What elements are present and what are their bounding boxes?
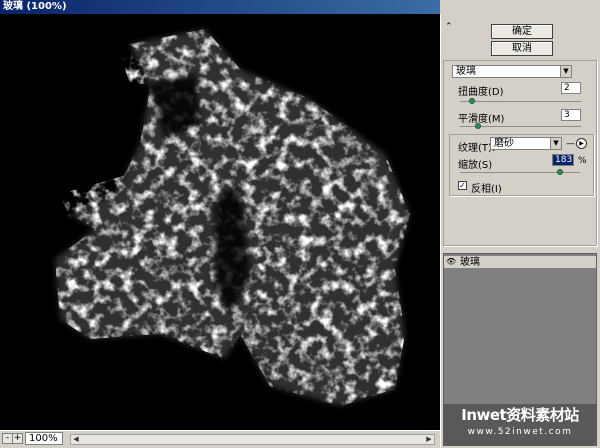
- filter-preview-canvas[interactable]: [0, 14, 440, 430]
- scaling-unit: %: [578, 156, 587, 166]
- watermark: Inwet资料素材站 www.52inwet.com: [443, 404, 597, 446]
- watermark-main-text: Inwet资料素材站: [461, 406, 579, 424]
- layer-item-label: 玻璃: [460, 257, 480, 268]
- scaling-label: 缩放(S): [458, 160, 493, 171]
- distortion-input[interactable]: 2: [561, 82, 581, 94]
- smoothness-label: 平滑度(M): [458, 114, 505, 125]
- chevron-down-icon: ▼: [550, 138, 561, 149]
- zoom-bar: - + 100% ◀ ▶: [0, 430, 440, 448]
- scaling-input[interactable]: 183: [552, 154, 574, 166]
- filter-select-value: 玻璃: [456, 66, 476, 77]
- invert-checkbox[interactable]: ✓: [458, 181, 467, 190]
- distortion-slider-track[interactable]: [460, 101, 581, 102]
- scaling-slider-thumb[interactable]: [556, 169, 563, 175]
- layer-item[interactable]: 👁 玻璃: [444, 256, 596, 269]
- distortion-label: 扭曲度(D): [458, 87, 504, 98]
- chevron-down-icon: ▼: [560, 66, 571, 77]
- filter-layers-list: 👁 玻璃: [443, 253, 597, 429]
- glass-texture-preview-image: [0, 14, 440, 430]
- texture-select[interactable]: 磨砂 ▼: [490, 137, 562, 150]
- watermark-url-text: www.52inwet.com: [467, 427, 573, 437]
- invert-label: 反相(I): [471, 184, 502, 195]
- scroll-left-arrow-icon[interactable]: ◀: [71, 435, 81, 444]
- zoom-in-button[interactable]: +: [12, 433, 23, 444]
- horizontal-scrollbar[interactable]: ◀ ▶: [70, 434, 435, 445]
- collapse-panel-icon[interactable]: ⌃: [445, 22, 453, 32]
- scroll-right-arrow-icon[interactable]: ▶: [424, 435, 434, 444]
- texture-menu-arrow-icon[interactable]: —: [566, 139, 575, 149]
- window-title: 玻璃 (100%): [0, 0, 440, 14]
- texture-load-menu-icon[interactable]: ▶: [576, 138, 587, 149]
- filter-select[interactable]: 玻璃 ▼: [452, 65, 572, 78]
- texture-select-value: 磨砂: [494, 138, 514, 149]
- ok-button[interactable]: 确定: [491, 24, 553, 39]
- smoothness-input[interactable]: 3: [561, 109, 581, 121]
- eye-icon[interactable]: 👁: [446, 257, 456, 266]
- cancel-button[interactable]: 取消: [491, 41, 553, 56]
- zoom-level-field[interactable]: 100%: [25, 432, 63, 445]
